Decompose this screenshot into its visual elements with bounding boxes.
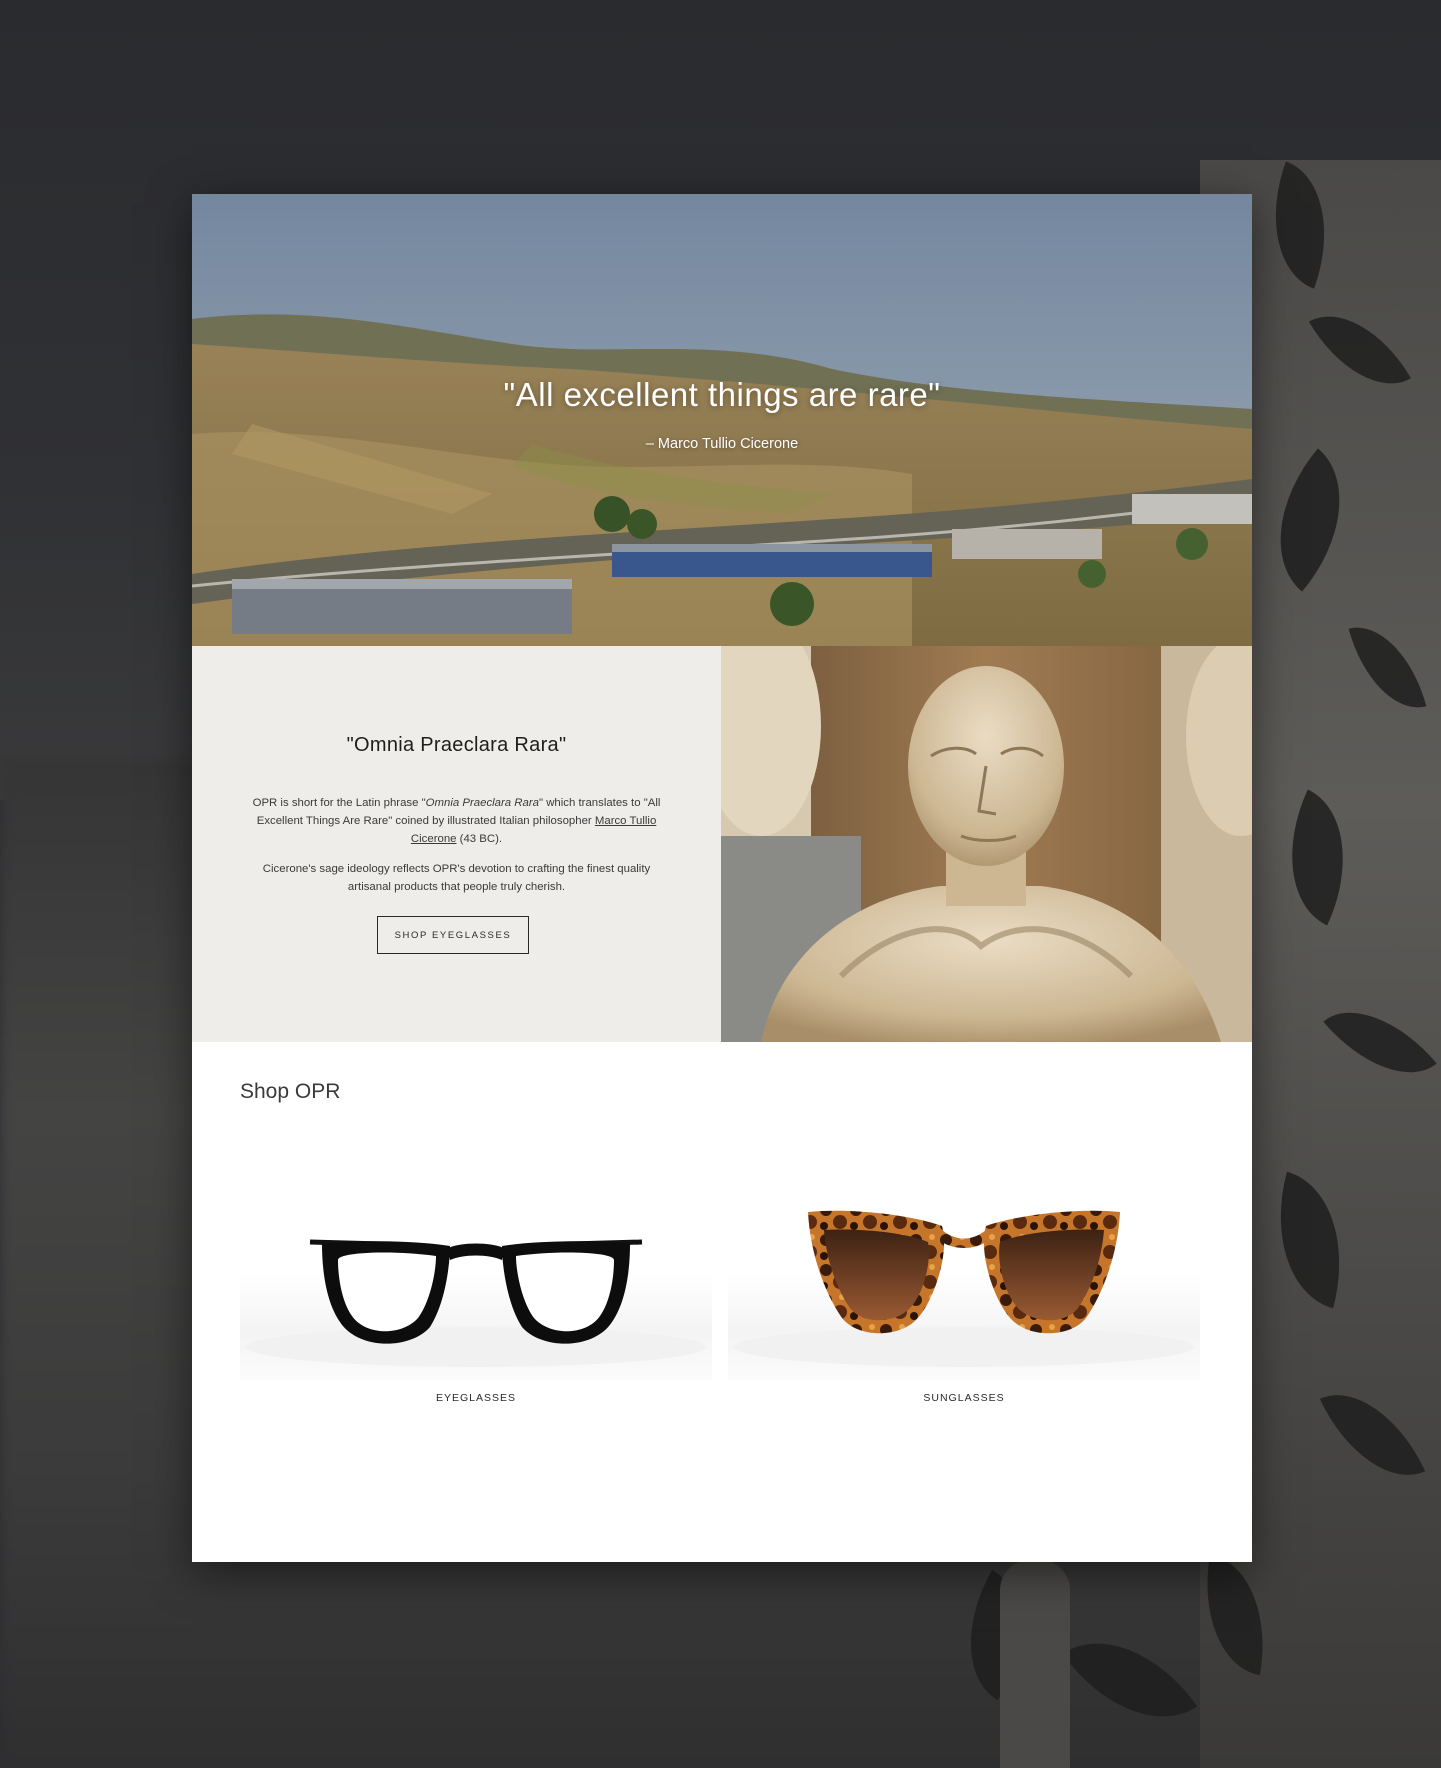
website-preview-card: "All excellent things are rare" – Marco … — [192, 194, 1252, 1562]
hero-quote: "All excellent things are rare" — [503, 376, 941, 413]
hero-section: "All excellent things are rare" – Marco … — [192, 194, 1252, 646]
eyeglasses-image — [240, 1142, 712, 1380]
product-card-eyeglasses[interactable]: EYEGLASSES — [240, 1142, 712, 1432]
sunglasses-image — [728, 1142, 1200, 1380]
about-paragraph-2: Cicerone's sage ideology reflects OPR's … — [262, 863, 651, 893]
about-text-span: (43 BC). — [456, 833, 503, 845]
tree-trunk — [1000, 1560, 1070, 1768]
about-paragraph-1: OPR is short for the Latin phrase "Omnia… — [240, 794, 673, 848]
about-text: OPR is short for the Latin phrase "Omnia… — [240, 794, 673, 908]
shop-section: Shop OPR EYEGLASSES SUNGLASSES — [192, 1042, 1252, 1562]
product-card-sunglasses[interactable]: SUNGLASSES — [728, 1142, 1200, 1432]
eyeglasses-icon — [246, 1239, 706, 1367]
hero-attribution: – Marco Tullio Cicerone — [645, 436, 799, 452]
shop-title: Shop OPR — [240, 1080, 341, 1103]
about-text-span: OPR is short for the Latin phrase " — [252, 797, 426, 809]
sunglasses-icon — [734, 1210, 1194, 1367]
bust-illustration — [721, 646, 1252, 1042]
cicero-bust-photo — [721, 646, 1252, 1042]
product-label-sunglasses: SUNGLASSES — [923, 1392, 1005, 1404]
product-label-eyeglasses: EYEGLASSES — [435, 1392, 517, 1404]
landscape-photo — [192, 194, 1252, 646]
shop-eyeglasses-button[interactable]: SHOP EYEGLASSES — [377, 916, 529, 954]
about-section: "Omnia Praeclara Rara" OPR is short for … — [192, 646, 721, 1042]
latin-phrase: Omnia Praeclara Rara — [425, 797, 539, 809]
about-title: "Omnia Praeclara Rara" — [346, 734, 567, 756]
